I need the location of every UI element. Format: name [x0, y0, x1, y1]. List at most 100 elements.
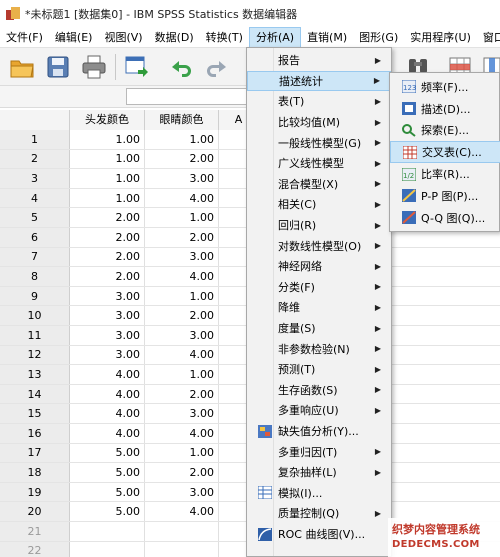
cell-eye-color[interactable]: 4.00	[145, 502, 219, 521]
cell-hair-color[interactable]: 2.00	[70, 267, 145, 286]
menu-item-compare-means[interactable]: 比较均值(M) ▶	[247, 112, 391, 133]
cell-eye-color[interactable]: 3.00	[145, 482, 219, 502]
cell-hair-color[interactable]: 1.00	[70, 149, 145, 169]
menu-item-generalized-linear-models[interactable]: 广义线性模型 ▶	[247, 153, 391, 174]
cell-hair-color[interactable]	[70, 522, 145, 541]
menu-item-missing-value-analysis[interactable]: 缺失值分析(Y)...	[247, 421, 391, 442]
cell-hair-color[interactable]: 2.00	[70, 208, 145, 227]
submenu-item-qq-plots[interactable]: Q-Q 图(Q)...	[390, 207, 500, 229]
cell-hair-color[interactable]: 5.00	[70, 463, 145, 482]
row-number[interactable]: 20	[0, 502, 70, 521]
row-number[interactable]: 18	[0, 463, 70, 482]
cell-hair-color[interactable]: 4.00	[70, 404, 145, 423]
menu-item-complex-samples[interactable]: 复杂抽样(L) ▶	[247, 462, 391, 483]
submenu-item-ratio[interactable]: 1/2 比率(R)...	[390, 163, 500, 185]
row-number[interactable]: 22	[0, 541, 70, 557]
cell-hair-color[interactable]: 5.00	[70, 502, 145, 521]
cell-hair-color[interactable]: 2.00	[70, 247, 145, 267]
row-number[interactable]: 14	[0, 384, 70, 404]
row-number[interactable]: 2	[0, 149, 70, 169]
submenu-item-explore[interactable]: 探索(E)...	[390, 120, 500, 142]
menu-item-regression[interactable]: 回归(R) ▶	[247, 215, 391, 236]
menu-item-mixed-models[interactable]: 混合模型(X) ▶	[247, 174, 391, 195]
cell-eye-color[interactable]: 4.00	[145, 345, 219, 365]
submenu-item-descriptives[interactable]: 描述(D)...	[390, 98, 500, 120]
cell-hair-color[interactable]: 5.00	[70, 443, 145, 463]
submenu-item-pp-plots[interactable]: P-P 图(P)...	[390, 185, 500, 207]
row-number[interactable]: 21	[0, 522, 70, 541]
cell-hair-color[interactable]: 1.00	[70, 188, 145, 208]
menu-edit[interactable]: 编辑(E)	[49, 27, 99, 48]
open-folder-icon[interactable]	[8, 53, 36, 81]
cell-eye-color[interactable]	[145, 541, 219, 557]
menu-item-roc-curve[interactable]: ROC 曲线图(V)...	[247, 524, 391, 545]
cell-eye-color[interactable]: 1.00	[145, 208, 219, 227]
cell-hair-color[interactable]: 1.00	[70, 169, 145, 188]
menu-direct-marketing[interactable]: 直销(M)	[301, 27, 353, 48]
cell-eye-color[interactable]: 4.00	[145, 424, 219, 443]
row-number[interactable]: 13	[0, 365, 70, 384]
cell-eye-color[interactable]: 2.00	[145, 384, 219, 404]
cell-eye-color[interactable]: 1.00	[145, 443, 219, 463]
row-number[interactable]: 4	[0, 188, 70, 208]
menu-data[interactable]: 数据(D)	[149, 27, 200, 48]
menu-graphs[interactable]: 图形(G)	[353, 27, 404, 48]
menu-item-multiple-imputation[interactable]: 多重归因(T) ▶	[247, 441, 391, 462]
row-number[interactable]: 3	[0, 169, 70, 188]
menu-item-classify[interactable]: 分类(F) ▶	[247, 277, 391, 298]
cell-eye-color[interactable]: 4.00	[145, 188, 219, 208]
row-number[interactable]: 15	[0, 404, 70, 423]
menu-transform[interactable]: 转换(T)	[200, 27, 249, 48]
cell-hair-color[interactable]: 4.00	[70, 424, 145, 443]
grid-corner[interactable]	[0, 110, 70, 130]
cell-hair-color[interactable]: 3.00	[70, 286, 145, 306]
cell-eye-color[interactable]: 2.00	[145, 306, 219, 325]
row-number[interactable]: 19	[0, 482, 70, 502]
redo-icon[interactable]	[204, 53, 232, 81]
print-icon[interactable]	[80, 53, 108, 81]
cell-hair-color[interactable]: 4.00	[70, 384, 145, 404]
menu-analyze[interactable]: 分析(A)	[248, 26, 302, 48]
submenu-item-crosstabs[interactable]: 交叉表(C)...	[390, 141, 500, 164]
menu-file[interactable]: 文件(F)	[0, 27, 49, 48]
menu-item-survival[interactable]: 生存函数(S) ▶	[247, 380, 391, 401]
cell-hair-color[interactable]: 3.00	[70, 345, 145, 365]
row-number[interactable]: 10	[0, 306, 70, 325]
row-number[interactable]: 5	[0, 208, 70, 227]
cell-hair-color[interactable]: 3.00	[70, 306, 145, 325]
column-header-eye-color[interactable]: 眼睛颜色	[145, 110, 219, 130]
submenu-item-frequencies[interactable]: 123 频率(F)...	[390, 76, 500, 98]
row-number[interactable]: 12	[0, 345, 70, 365]
row-number[interactable]: 9	[0, 286, 70, 306]
cell-hair-color[interactable]: 2.00	[70, 228, 145, 247]
undo-icon[interactable]	[166, 53, 194, 81]
row-number[interactable]: 1	[0, 130, 70, 149]
cell-eye-color[interactable]: 2.00	[145, 149, 219, 169]
row-number[interactable]: 17	[0, 443, 70, 463]
save-icon[interactable]	[44, 53, 72, 81]
menu-item-tables[interactable]: 表(T) ▶	[247, 91, 391, 112]
cell-eye-color[interactable]: 2.00	[145, 228, 219, 247]
cell-eye-color[interactable]: 3.00	[145, 169, 219, 188]
menu-item-descriptive-statistics[interactable]: 描述统计 ▶	[247, 70, 391, 92]
cell-eye-color[interactable]: 4.00	[145, 267, 219, 286]
cell-hair-color[interactable]: 4.00	[70, 365, 145, 384]
menu-item-scale[interactable]: 度量(S) ▶	[247, 318, 391, 339]
cell-hair-color[interactable]	[70, 541, 145, 557]
recall-dialog-icon[interactable]	[122, 53, 150, 81]
menu-item-neural-networks[interactable]: 神经网络 ▶	[247, 256, 391, 277]
row-number[interactable]: 6	[0, 228, 70, 247]
menu-item-loglinear[interactable]: 对数线性模型(O) ▶	[247, 235, 391, 256]
menu-utilities[interactable]: 实用程序(U)	[404, 27, 477, 48]
row-number[interactable]: 16	[0, 424, 70, 443]
menu-item-correlate[interactable]: 相关(C) ▶	[247, 194, 391, 215]
menu-item-dimension-reduction[interactable]: 降维 ▶	[247, 297, 391, 318]
row-number[interactable]: 11	[0, 326, 70, 345]
column-header-hair-color[interactable]: 头发颜色	[70, 110, 145, 130]
cell-eye-color[interactable]: 1.00	[145, 365, 219, 384]
cell-eye-color[interactable]: 1.00	[145, 130, 219, 149]
menu-item-general-linear-model[interactable]: 一般线性模型(G) ▶	[247, 132, 391, 153]
menu-item-nonparametric-tests[interactable]: 非参数检验(N) ▶	[247, 338, 391, 359]
cell-hair-color[interactable]: 3.00	[70, 326, 145, 345]
cell-eye-color[interactable]: 3.00	[145, 247, 219, 267]
